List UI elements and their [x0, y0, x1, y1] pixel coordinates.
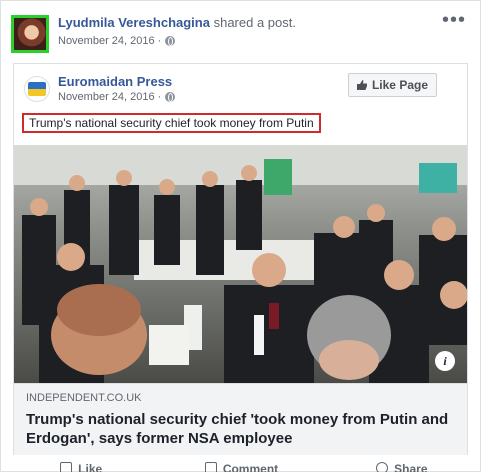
share-button[interactable]: Share — [322, 461, 481, 472]
info-icon[interactable]: i — [435, 351, 455, 371]
feed-post: Lyudmila Vereshchagina shared a post. No… — [0, 0, 481, 472]
comment-label: Comment — [222, 462, 279, 472]
shared-post-date[interactable]: November 24, 2016 · — [58, 91, 161, 103]
shared-post-card: Euromaidan Press November 24, 2016 · Lik… — [13, 63, 468, 455]
author-name-link[interactable]: Lyudmila Vereshchagina — [58, 15, 210, 30]
post-action-text: shared a post. — [213, 15, 296, 30]
post-date[interactable]: November 24, 2016 · — [58, 35, 161, 47]
share-label: Share — [394, 462, 428, 472]
like-button[interactable]: Like — [1, 461, 161, 472]
post-timestamp[interactable]: November 24, 2016 · — [58, 35, 176, 47]
comment-button[interactable]: Comment — [161, 461, 321, 472]
link-domain: INDEPENDENT.CO.UK — [26, 392, 142, 404]
post-headline: Trump's national security chief took mon… — [22, 113, 321, 133]
article-photo[interactable]: i — [14, 145, 467, 383]
shared-post-timestamp[interactable]: November 24, 2016 · — [58, 91, 176, 103]
globe-icon — [165, 92, 176, 102]
globe-icon — [165, 36, 176, 46]
post-header: Lyudmila Vereshchagina shared a post. — [58, 15, 296, 30]
thumbs-up-icon — [356, 80, 367, 90]
post-actions-bar: Like Comment Share — [1, 461, 481, 472]
like-page-label: Like Page — [371, 78, 428, 92]
link-preview[interactable]: INDEPENDENT.CO.UK Trump's national secur… — [14, 383, 467, 455]
comment-icon — [204, 462, 217, 472]
share-icon — [376, 462, 389, 472]
banquet-photo-illustration — [14, 145, 467, 383]
author-avatar[interactable] — [11, 15, 49, 53]
page-logo[interactable] — [24, 76, 50, 102]
trident-logo-icon — [28, 82, 46, 96]
like-label: Like — [78, 462, 103, 472]
more-options-icon[interactable]: ••• — [442, 9, 466, 32]
page-name-link[interactable]: Euromaidan Press — [58, 74, 172, 89]
like-page-button[interactable]: Like Page — [347, 73, 437, 97]
avatar-photo — [14, 18, 46, 50]
thumbs-up-icon — [60, 462, 73, 472]
link-title[interactable]: Trump's national security chief 'took mo… — [26, 410, 455, 448]
